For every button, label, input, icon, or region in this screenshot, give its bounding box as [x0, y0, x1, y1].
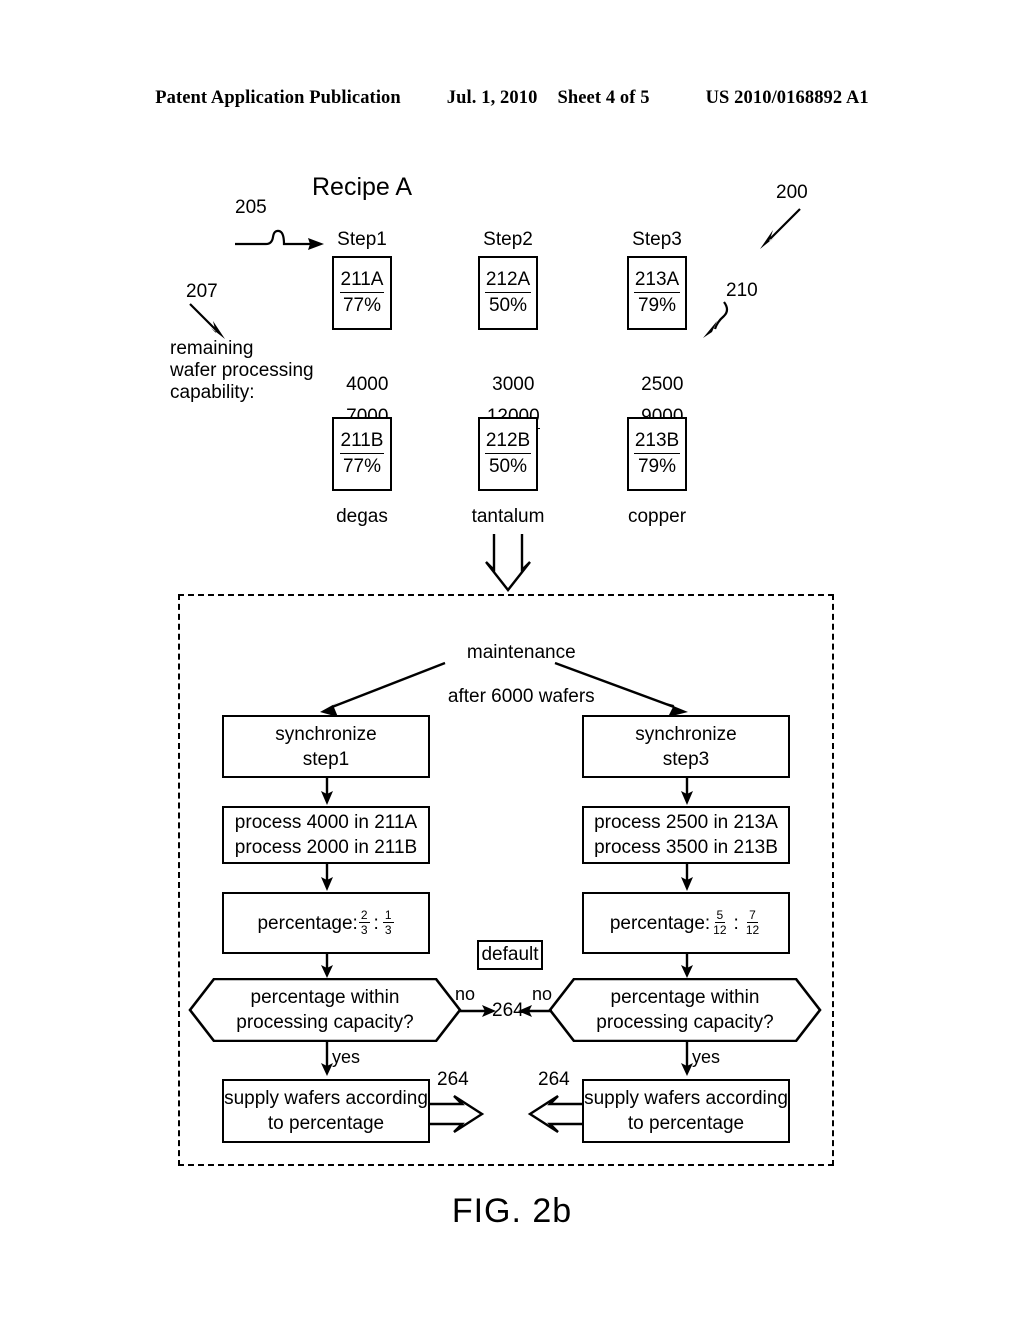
step1-material-label: degas — [336, 506, 388, 527]
right-arrow-percentage-to-decision — [681, 954, 693, 978]
percentage-left-box: percentage: 2 3 : 1 3 — [222, 892, 430, 954]
tool-box-213A: 213A 79% — [627, 256, 687, 330]
percentage-right-fraction-2: 7 12 — [744, 909, 761, 936]
reference-numeral-200: 200 — [776, 182, 808, 203]
tool-213B-percent: 79% — [637, 456, 677, 477]
header-spacer-1 — [401, 88, 447, 109]
left-arrow-sync-to-process — [321, 778, 333, 805]
percentage-right-separator: : — [733, 912, 739, 934]
percentage-left-fraction-2: 1 3 — [382, 907, 394, 937]
header-spacer-2 — [537, 88, 557, 109]
tool-212B-id: 212B — [484, 430, 532, 454]
percentage-right-num-1: 5 — [714, 907, 726, 923]
recipe-title: Recipe A — [312, 173, 413, 201]
tool-212A-id: 212A — [484, 269, 532, 293]
percentage-right-num-2: 7 — [747, 907, 758, 923]
synchronize-step3-box: synchronize step3 — [582, 715, 790, 778]
tool-213A-id: 213A — [633, 269, 681, 293]
reference-numeral-205: 205 — [235, 197, 267, 218]
tool-box-212A: 212A 50% — [478, 256, 538, 330]
reference-numeral-207: 207 — [186, 281, 218, 302]
supply-right-box: supply wafers according to percentage — [582, 1079, 790, 1143]
percentage-left-label: percentage: — [257, 912, 358, 934]
leader-arrow-200 — [760, 208, 801, 249]
percentage-left-fraction-1: 2 3 — [358, 907, 370, 937]
header-date: Jul. 1, 2010 — [446, 88, 538, 108]
tool-213A-percent: 79% — [637, 295, 677, 316]
header-sheet-number: Sheet 4 of 5 — [557, 88, 650, 108]
right-no-arrow — [518, 1005, 552, 1017]
header-publication-text: Patent Application Publication — [155, 88, 401, 108]
right-arrow-sync-to-process — [681, 778, 693, 805]
tool-box-212B: 212B 50% — [478, 417, 538, 491]
process-right-line1: process 2500 in 213A — [594, 812, 778, 833]
process-left-line1: process 4000 in 211A — [234, 812, 418, 833]
tool-212B-percent: 50% — [488, 456, 528, 477]
leader-arrow-210 — [703, 301, 729, 338]
tool-box-211A: 211A 77% — [332, 256, 392, 330]
process-right-line2: process 3500 in 213B — [594, 837, 778, 858]
header-patent-number: US 2010/0168892 A1 — [705, 88, 869, 108]
step2-title: Step2 — [483, 229, 533, 250]
tool-212A-percent: 50% — [488, 295, 528, 316]
step3-title: Step3 — [632, 229, 682, 250]
right-output-hollow-arrow-icon — [527, 1094, 582, 1134]
flow-down-arrow-icon — [485, 534, 531, 592]
tool-211A-percent: 77% — [342, 295, 382, 316]
decision-left-hexagon: percentage within processing capacity? — [188, 978, 462, 1042]
synchronize-step1-box: synchronize step1 — [222, 715, 430, 778]
step3-material-label: copper — [627, 506, 687, 527]
process-right-box: process 2500 in 213A process 3500 in 213… — [582, 806, 790, 864]
decision-right-label: percentage within processing capacity? — [596, 987, 774, 1033]
tool-box-211B: 211B 77% — [332, 417, 392, 491]
reference-numeral-264-output-left: 264 — [437, 1069, 469, 1090]
tool-211B-id: 211B — [339, 430, 385, 454]
tool-213B-id: 213B — [633, 430, 681, 454]
process-left-line2: process 2000 in 211B — [234, 837, 418, 858]
tool-211B-percent: 77% — [342, 456, 382, 477]
publication-header: Patent Application Publication Jul. 1, 2… — [0, 88, 1024, 109]
decision-left-label: percentage within processing capacity? — [236, 987, 414, 1033]
step2-material-label: tantalum — [471, 506, 545, 527]
right-arrow-process-to-percentage — [681, 864, 693, 891]
percentage-right-box: percentage: 5 12 : 7 12 — [582, 892, 790, 954]
left-arrow-decision-to-supply — [321, 1042, 333, 1076]
figure-caption: FIG. 2b — [451, 1192, 573, 1230]
process-left-box: process 4000 in 211A process 2000 in 211… — [222, 806, 430, 864]
reference-numeral-264-output-right: 264 — [538, 1069, 570, 1090]
percentage-left-separator: : — [373, 912, 379, 934]
percentage-right-fraction-1: 5 12 — [711, 909, 728, 936]
tool-211A-id: 211A — [339, 269, 385, 293]
header-spacer-3 — [650, 88, 706, 109]
percentage-left-num-1: 2 — [358, 907, 370, 923]
left-arrow-process-to-percentage — [321, 864, 333, 891]
percentage-right-den-2: 12 — [745, 922, 760, 937]
left-output-hollow-arrow-icon — [430, 1094, 485, 1134]
percentage-left-den-1: 3 — [360, 922, 368, 937]
step1-title: Step1 — [337, 229, 387, 250]
decision-right-hexagon: percentage within processing capacity? — [548, 978, 822, 1042]
left-arrow-percentage-to-decision — [321, 954, 333, 978]
percentage-left-den-2: 3 — [384, 922, 392, 937]
percentage-left-num-2: 1 — [382, 907, 394, 923]
percentage-right-label: percentage: — [609, 912, 711, 934]
right-arrow-decision-to-supply — [681, 1042, 693, 1076]
default-box: default — [477, 940, 543, 970]
percentage-right-den-1: 12 — [713, 922, 727, 937]
tool-box-213B: 213B 79% — [627, 417, 687, 491]
supply-left-box: supply wafers according to percentage — [222, 1079, 430, 1143]
